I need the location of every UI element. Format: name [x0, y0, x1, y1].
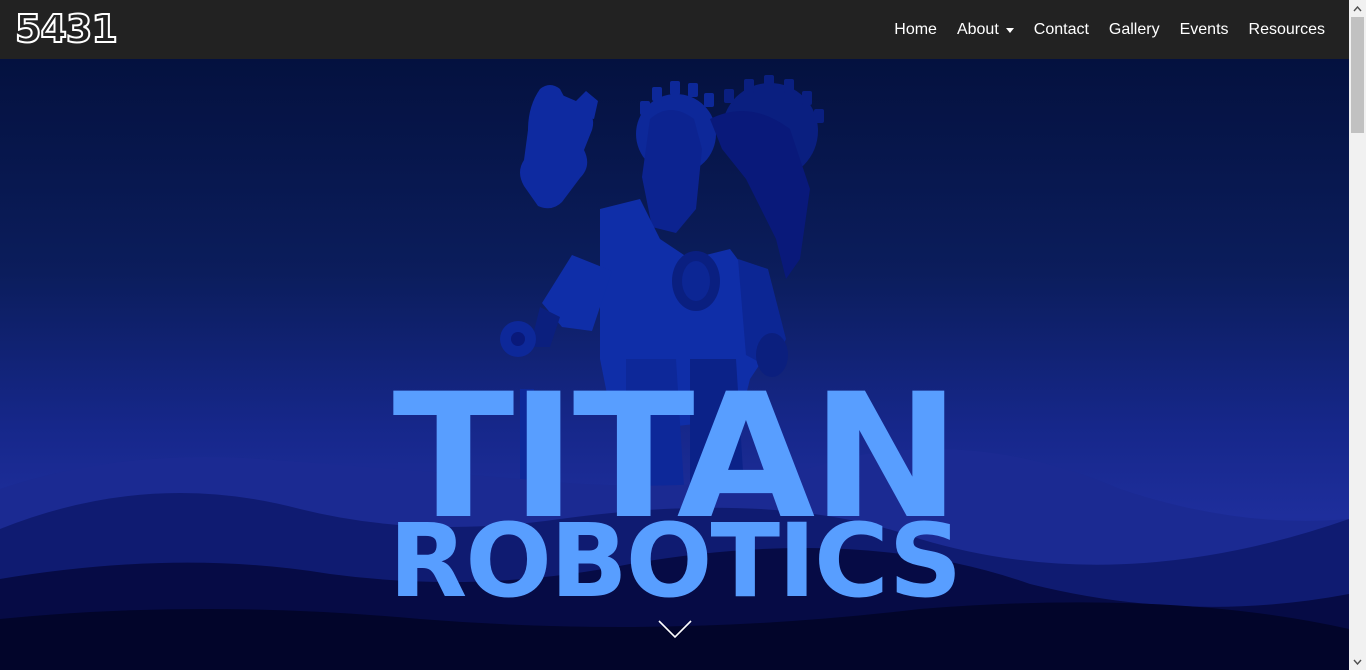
scrollbar-thumb[interactable]: [1351, 17, 1364, 133]
nav-link-resources[interactable]: Resources: [1239, 21, 1335, 39]
nav-link-about[interactable]: About: [947, 21, 1024, 39]
nav-menu: Home About Contact Gallery Events Resour…: [884, 0, 1335, 59]
scroll-up-arrow-icon[interactable]: [1349, 0, 1366, 17]
hero-title-line2: ROBOTICS: [388, 502, 962, 621]
nav-link-gallery[interactable]: Gallery: [1099, 21, 1170, 39]
caret-down-icon: [1005, 28, 1014, 33]
scroll-down-arrow-icon[interactable]: [1349, 653, 1366, 670]
nav-link-contact[interactable]: Contact: [1024, 21, 1099, 39]
chevron-down-icon[interactable]: [658, 619, 692, 639]
page-scrollbar[interactable]: [1349, 0, 1366, 670]
nav-link-events[interactable]: Events: [1170, 21, 1239, 39]
brand-logo[interactable]: 5431: [14, 6, 119, 52]
page: 5431 Home About Contact Gallery Events R…: [0, 0, 1366, 670]
nav-link-about-label: About: [956, 20, 999, 38]
navbar: 5431 Home About Contact Gallery Events R…: [0, 0, 1349, 59]
nav-link-home[interactable]: Home: [884, 21, 947, 39]
hero-section: TITAN ROBOTICS: [0, 59, 1349, 670]
